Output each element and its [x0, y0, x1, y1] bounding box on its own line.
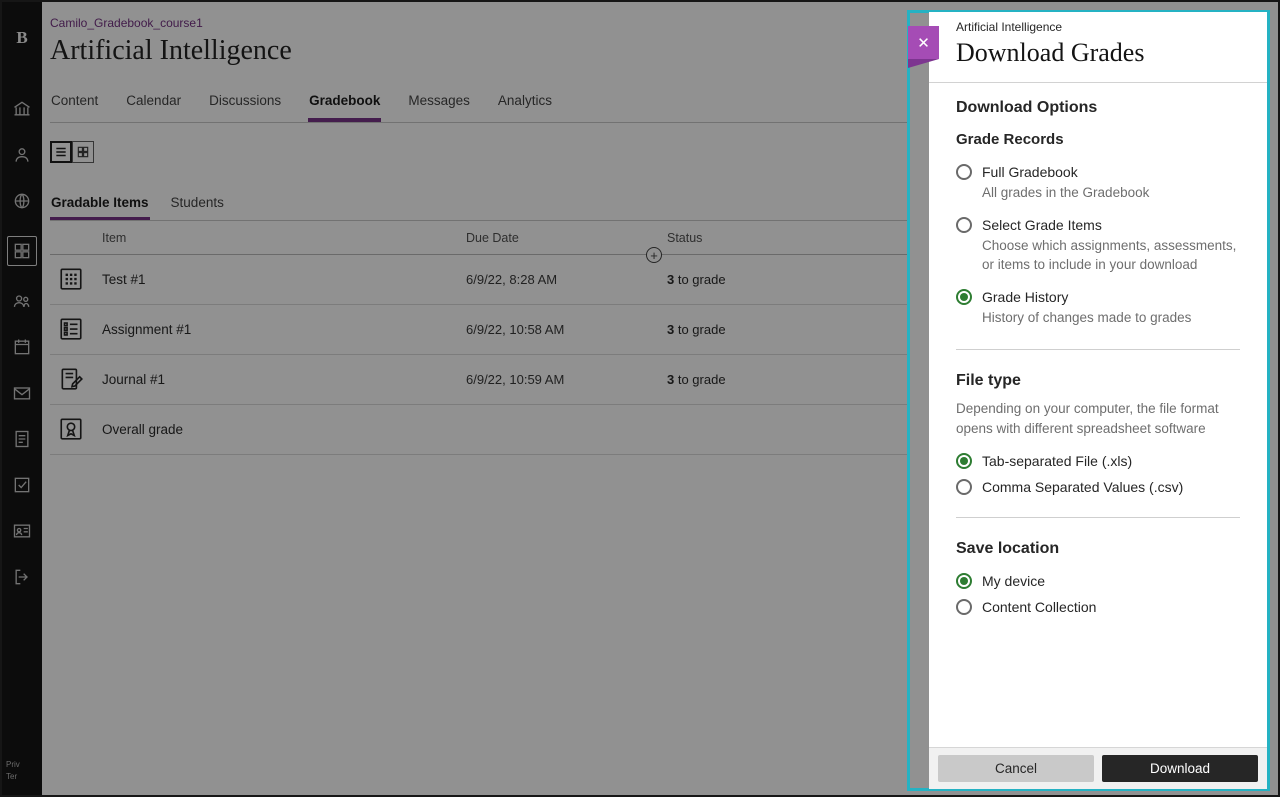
option-my-device[interactable]: My device: [956, 573, 1240, 589]
radio-my-device[interactable]: [956, 573, 972, 589]
option-tab-separated[interactable]: Tab-separated File (.xls): [956, 453, 1240, 469]
cancel-button[interactable]: Cancel: [938, 755, 1094, 782]
close-icon: ✕: [917, 34, 930, 52]
panel-context: Artificial Intelligence: [956, 20, 1240, 34]
option-content-collection[interactable]: Content Collection: [956, 599, 1240, 615]
panel-body: Download Options Grade Records Full Grad…: [929, 83, 1267, 789]
close-panel-button[interactable]: ✕: [908, 26, 939, 59]
download-options-heading: Download Options: [956, 99, 1240, 117]
save-location-heading: Save location: [956, 540, 1240, 558]
radio-grade-history[interactable]: [956, 289, 972, 305]
option-comma-separated[interactable]: Comma Separated Values (.csv): [956, 479, 1240, 495]
file-type-description: Depending on your computer, the file for…: [956, 399, 1240, 438]
file-type-heading: File type: [956, 372, 1240, 390]
radio-comma-separated[interactable]: [956, 479, 972, 495]
radio-select-grade-items[interactable]: [956, 217, 972, 233]
option-select-grade-items[interactable]: Select Grade Items Choose which assignme…: [956, 217, 1240, 275]
option-full-gradebook[interactable]: Full Gradebook All grades in the Gradebo…: [956, 164, 1240, 203]
panel-header: Artificial Intelligence Download Grades: [929, 12, 1267, 83]
divider: [956, 349, 1240, 350]
radio-full-gradebook[interactable]: [956, 164, 972, 180]
panel-title: Download Grades: [956, 38, 1240, 68]
radio-content-collection[interactable]: [956, 599, 972, 615]
option-grade-history[interactable]: Grade History History of changes made to…: [956, 289, 1240, 328]
panel-footer: Cancel Download: [929, 747, 1267, 789]
download-button[interactable]: Download: [1102, 755, 1258, 782]
option-description: All grades in the Gradebook: [982, 183, 1240, 203]
grade-records-heading: Grade Records: [956, 131, 1240, 148]
option-description: Choose which assignments, assessments, o…: [982, 236, 1240, 275]
option-description: History of changes made to grades: [982, 308, 1240, 328]
download-grades-panel: Artificial Intelligence Download Grades …: [929, 12, 1267, 789]
divider: [956, 517, 1240, 518]
radio-tab-separated[interactable]: [956, 453, 972, 469]
application-window: B: [0, 0, 1280, 797]
